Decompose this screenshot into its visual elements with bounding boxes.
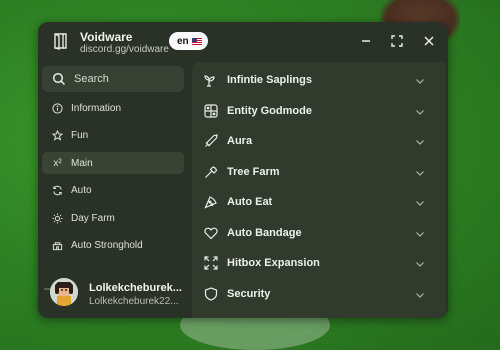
sidebar-item-auto[interactable]: Auto [42,179,184,201]
pizza-icon [204,195,218,209]
app-logo-icon [52,32,68,50]
chevron-down-icon[interactable] [414,288,426,300]
language-selector[interactable]: en [169,32,208,50]
section-aura[interactable]: Aura [192,126,446,156]
sidebar-item-main[interactable]: x² Main [42,152,184,174]
chevron-down-icon[interactable] [414,135,426,147]
section-hitbox-expansion[interactable]: Hitbox Expansion [192,248,446,278]
sidebar-item-label: Main [71,157,93,169]
section-label: Aura [227,135,253,147]
section-label: Auto Eat [227,196,273,208]
search-icon [52,72,66,86]
section-label: Auto Bandage [227,227,302,239]
user-profile[interactable]: Lolkekcheburek... Lolkekcheburek22... [38,274,190,318]
search-input[interactable]: Search [74,73,109,85]
language-code: en [177,35,189,47]
search-box[interactable]: Search [42,66,184,92]
chevron-down-icon[interactable] [414,227,426,239]
sidebar-item-label: Fun [71,129,89,141]
maximize-icon [391,35,403,47]
sidebar-item-information[interactable]: Information [42,97,184,119]
maximize-button[interactable] [389,33,405,49]
section-label: Security [227,288,271,300]
title-bar[interactable]: Voidware discord.gg/voidware en [38,22,448,62]
section-security[interactable]: Security [192,279,446,309]
close-icon [424,36,434,46]
stronghold-icon [52,241,63,250]
axe-icon [204,165,218,179]
section-auto-eat[interactable]: Auto Eat [192,187,446,217]
chevron-down-icon[interactable] [414,257,426,269]
minimize-button[interactable] [358,33,374,49]
us-flag-icon [191,37,202,45]
close-button[interactable] [421,33,437,49]
window-title: Voidware [80,30,133,44]
chevron-down-icon[interactable] [414,166,426,178]
section-label: Entity Godmode [227,105,312,117]
section-infinite-saplings[interactable]: Infintie Saplings [192,65,446,95]
section-label: Hitbox Expansion [227,257,320,269]
window-subtitle: discord.gg/voidware [80,44,169,55]
sidebar-item-label: Auto [71,184,92,196]
sprout-icon [204,73,218,87]
section-label: Infintie Saplings [227,74,312,86]
sidebar-item-label: Information [71,102,122,114]
refresh-icon [53,185,62,195]
content-panel: Infintie Saplings Entity Godmode Aura Tr… [192,62,446,318]
section-tree-farm[interactable]: Tree Farm [192,157,446,187]
section-entity-godmode[interactable]: Entity Godmode [192,96,446,126]
chevron-down-icon[interactable] [414,74,426,86]
expand-icon [204,256,218,270]
sidebar-item-day-farm[interactable]: Day Farm [42,207,184,229]
sword-icon [204,134,218,148]
user-username: Lolkekcheburek22... [89,296,179,307]
star-icon [52,129,63,141]
user-display-name: Lolkekcheburek... [89,282,182,294]
info-icon [52,102,63,114]
chevron-down-icon[interactable] [414,196,426,208]
chevron-down-icon[interactable] [414,105,426,117]
superscript-x2-icon: x² [53,157,62,169]
sidebar-item-label: Auto Stronghold [71,239,143,251]
sidebar-item-fun[interactable]: Fun [42,124,184,146]
heart-icon [204,226,218,240]
voidware-window: Voidware discord.gg/voidware en Search I… [38,22,448,318]
sidebar-item-auto-stronghold[interactable]: Auto Stronghold [42,234,184,256]
section-label: Tree Farm [227,166,280,178]
section-auto-bandage[interactable]: Auto Bandage [192,218,446,248]
minimize-icon [362,40,370,42]
sidebar-item-label: Day Farm [71,212,115,224]
avatar [50,278,78,306]
grid-icon [204,104,218,118]
shield-icon [204,287,218,301]
sun-icon [52,212,63,224]
